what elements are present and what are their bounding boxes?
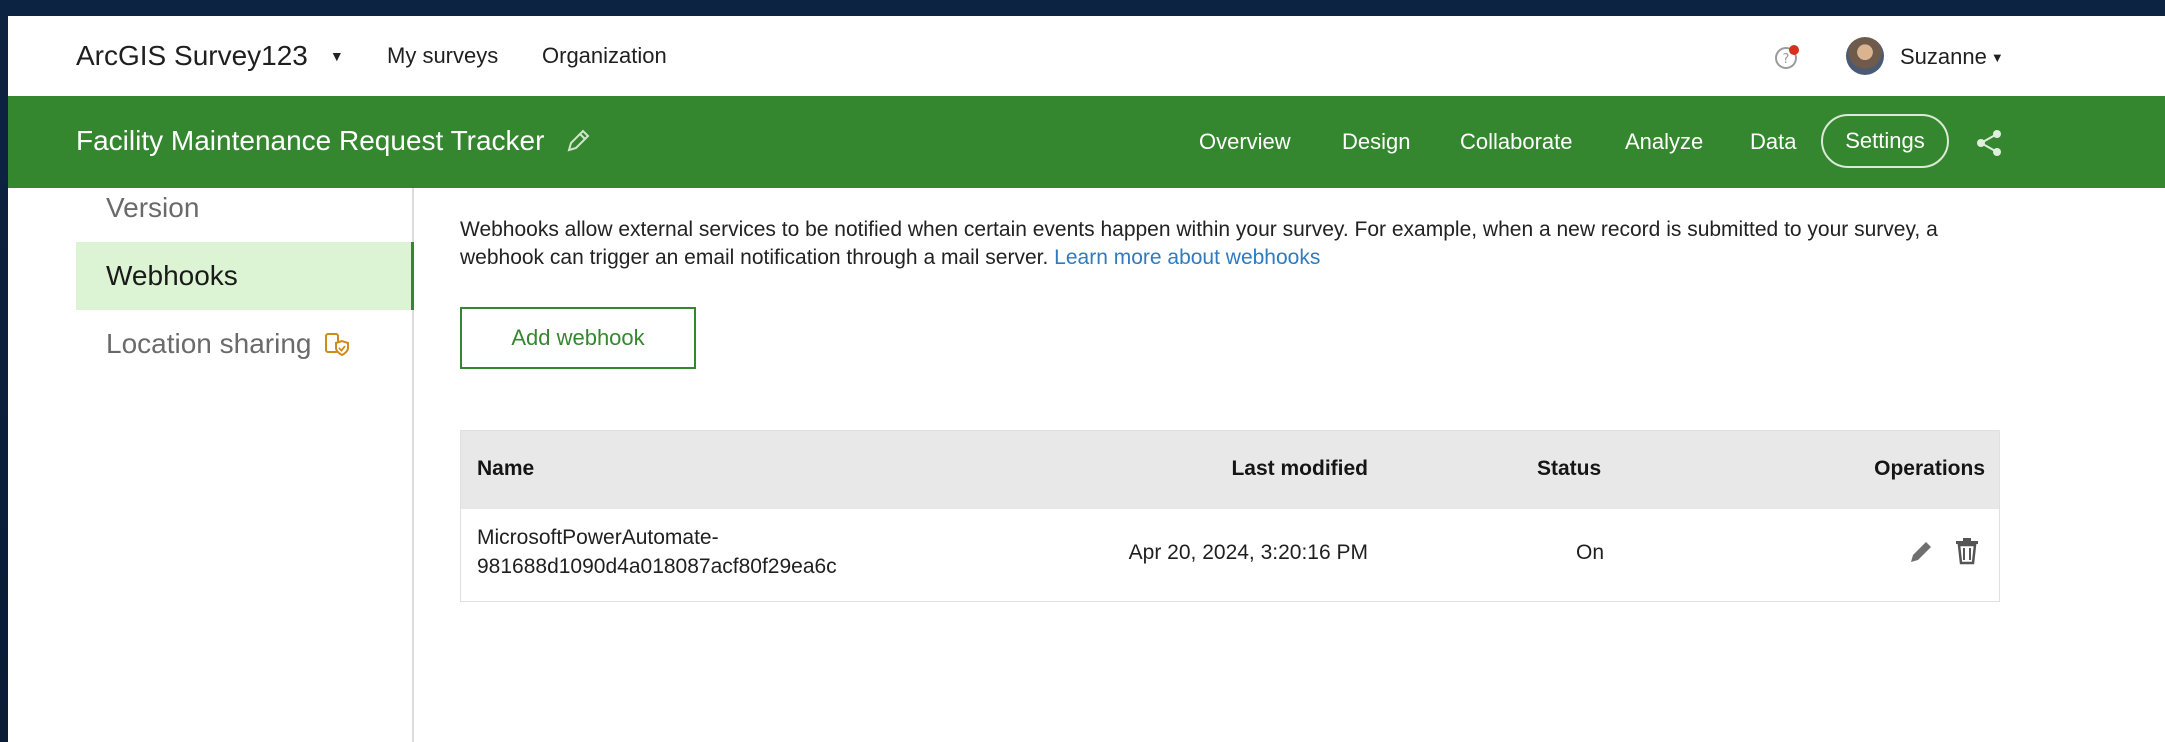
sidebar-item-label: Location sharing [106, 328, 312, 359]
tab-design[interactable]: Design [1342, 129, 1410, 155]
settings-sidebar: Version Webhooks Location sharing [8, 188, 414, 742]
column-header-status: Status [1537, 457, 1602, 480]
user-menu[interactable]: Suzanne ▼ [1900, 44, 2004, 70]
chevron-down-icon: ▼ [1990, 49, 2004, 65]
webhook-status: On [1576, 541, 1605, 564]
column-header-last-modified[interactable]: Last modified [1231, 457, 1368, 481]
sidebar-item-label: Webhooks [106, 260, 238, 291]
share-icon[interactable] [1974, 128, 2004, 158]
help-icon[interactable]: ? [1774, 44, 1800, 70]
user-name: Suzanne [1900, 44, 1987, 69]
table-header: Name Last modified Status Operations [461, 431, 1999, 509]
app-window: ArcGIS Survey123 ▼ My surveys Organizati… [8, 16, 2165, 742]
location-sharing-icon [325, 333, 350, 357]
chevron-down-icon: ▼ [329, 48, 344, 64]
tab-settings[interactable]: Settings [1821, 114, 1949, 168]
svg-text:?: ? [1783, 52, 1790, 67]
trash-icon[interactable] [1953, 536, 1981, 566]
edit-icon[interactable] [1907, 537, 1935, 567]
table-row: MicrosoftPowerAutomate- 981688d1090d4a01… [461, 509, 1999, 601]
tab-analyze[interactable]: Analyze [1625, 129, 1703, 155]
sidebar-item-webhooks[interactable]: Webhooks [76, 242, 414, 310]
webhook-name-line1: MicrosoftPowerAutomate- [477, 526, 719, 549]
tab-overview[interactable]: Overview [1199, 129, 1291, 155]
nav-my-surveys[interactable]: My surveys [387, 43, 498, 69]
webhooks-table: Name Last modified Status Operations Mic… [460, 430, 2000, 602]
app-switcher[interactable]: ArcGIS Survey123 ▼ [76, 40, 344, 72]
sidebar-item-version[interactable]: Version [76, 174, 414, 242]
add-webhook-button[interactable]: Add webhook [460, 307, 696, 369]
top-header: ArcGIS Survey123 ▼ My surveys Organizati… [8, 16, 2165, 96]
pencil-icon[interactable] [564, 127, 592, 155]
webhooks-description: Webhooks allow external services to be n… [460, 216, 2010, 272]
learn-more-link[interactable]: Learn more about webhooks [1054, 246, 1320, 269]
column-header-name[interactable]: Name [477, 457, 534, 481]
sidebar-item-label: Version [106, 192, 200, 223]
tab-collaborate[interactable]: Collaborate [1460, 129, 1573, 155]
tab-data[interactable]: Data [1750, 129, 1796, 155]
survey-title: Facility Maintenance Request Tracker [76, 125, 545, 156]
avatar[interactable] [1846, 37, 1884, 75]
app-title: ArcGIS Survey123 [76, 40, 308, 71]
webhook-last-modified: Apr 20, 2024, 3:20:16 PM [1128, 541, 1368, 564]
column-header-operations: Operations [1874, 457, 1985, 480]
nav-organization[interactable]: Organization [542, 43, 667, 69]
webhook-name-line2: 981688d1090d4a018087acf80f29ea6c [477, 555, 837, 578]
sidebar-item-location-sharing[interactable]: Location sharing [76, 310, 414, 378]
